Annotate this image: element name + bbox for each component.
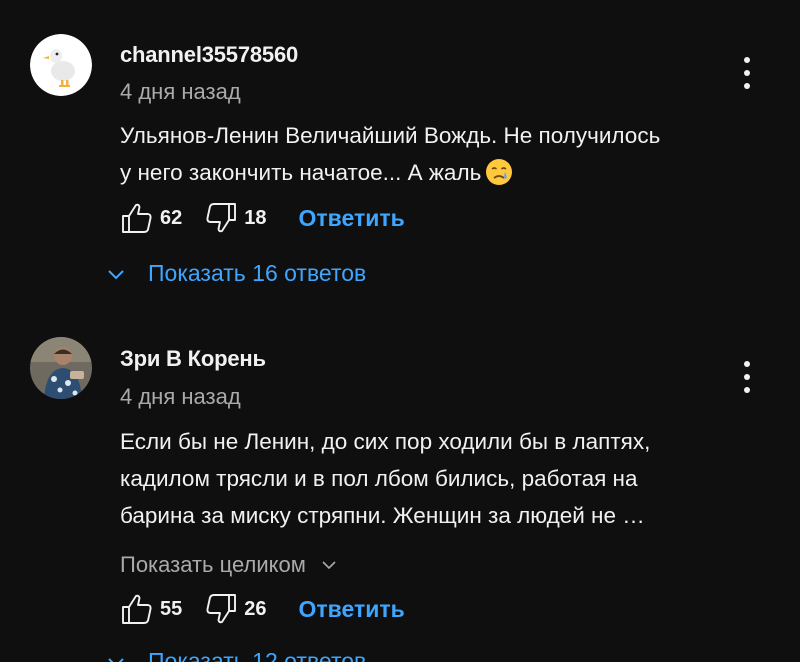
thumbs-up-icon[interactable] xyxy=(120,592,154,626)
show-replies-button[interactable]: Показать 12 ответов xyxy=(104,648,366,662)
more-options-button[interactable] xyxy=(734,357,760,397)
comment-item: Зри В Корень 4 дня назад Если бы не Лени… xyxy=(0,0,800,662)
dot xyxy=(744,374,750,380)
dislike-count: 26 xyxy=(244,597,267,620)
comment-text-line: барина за миску стряпни. Женщин за людей… xyxy=(120,503,645,528)
like-count: 55 xyxy=(160,597,183,620)
person-photo-avatar-icon xyxy=(30,337,92,399)
chevron-down-icon xyxy=(322,561,336,570)
comment-date: 4 дня назад xyxy=(120,384,241,409)
reply-button[interactable]: Ответить xyxy=(299,596,405,623)
chevron-down-icon xyxy=(108,657,124,662)
show-replies-label: Показать 12 ответов xyxy=(148,648,367,662)
avatar[interactable] xyxy=(30,337,92,399)
comment-actions: 55 26 Ответить xyxy=(120,592,405,626)
show-full-text-label: Показать целиком xyxy=(120,552,306,577)
comment-text: Если бы не Ленин, до сих пор ходили бы в… xyxy=(120,423,770,534)
thumbs-down-icon[interactable] xyxy=(204,592,238,626)
comment-author[interactable]: Зри В Корень xyxy=(120,346,266,372)
dot xyxy=(744,361,750,367)
comment-text-line: Если бы не Ленин, до сих пор ходили бы в… xyxy=(120,429,651,454)
comment-text-line: кадилом трясли и в пол лбом бились, рабо… xyxy=(120,466,638,491)
show-full-text-button[interactable]: Показать целиком xyxy=(120,552,338,578)
comments-list: channel35578560 4 дня назад Ульянов-Лени… xyxy=(0,0,800,662)
dot xyxy=(744,387,750,393)
